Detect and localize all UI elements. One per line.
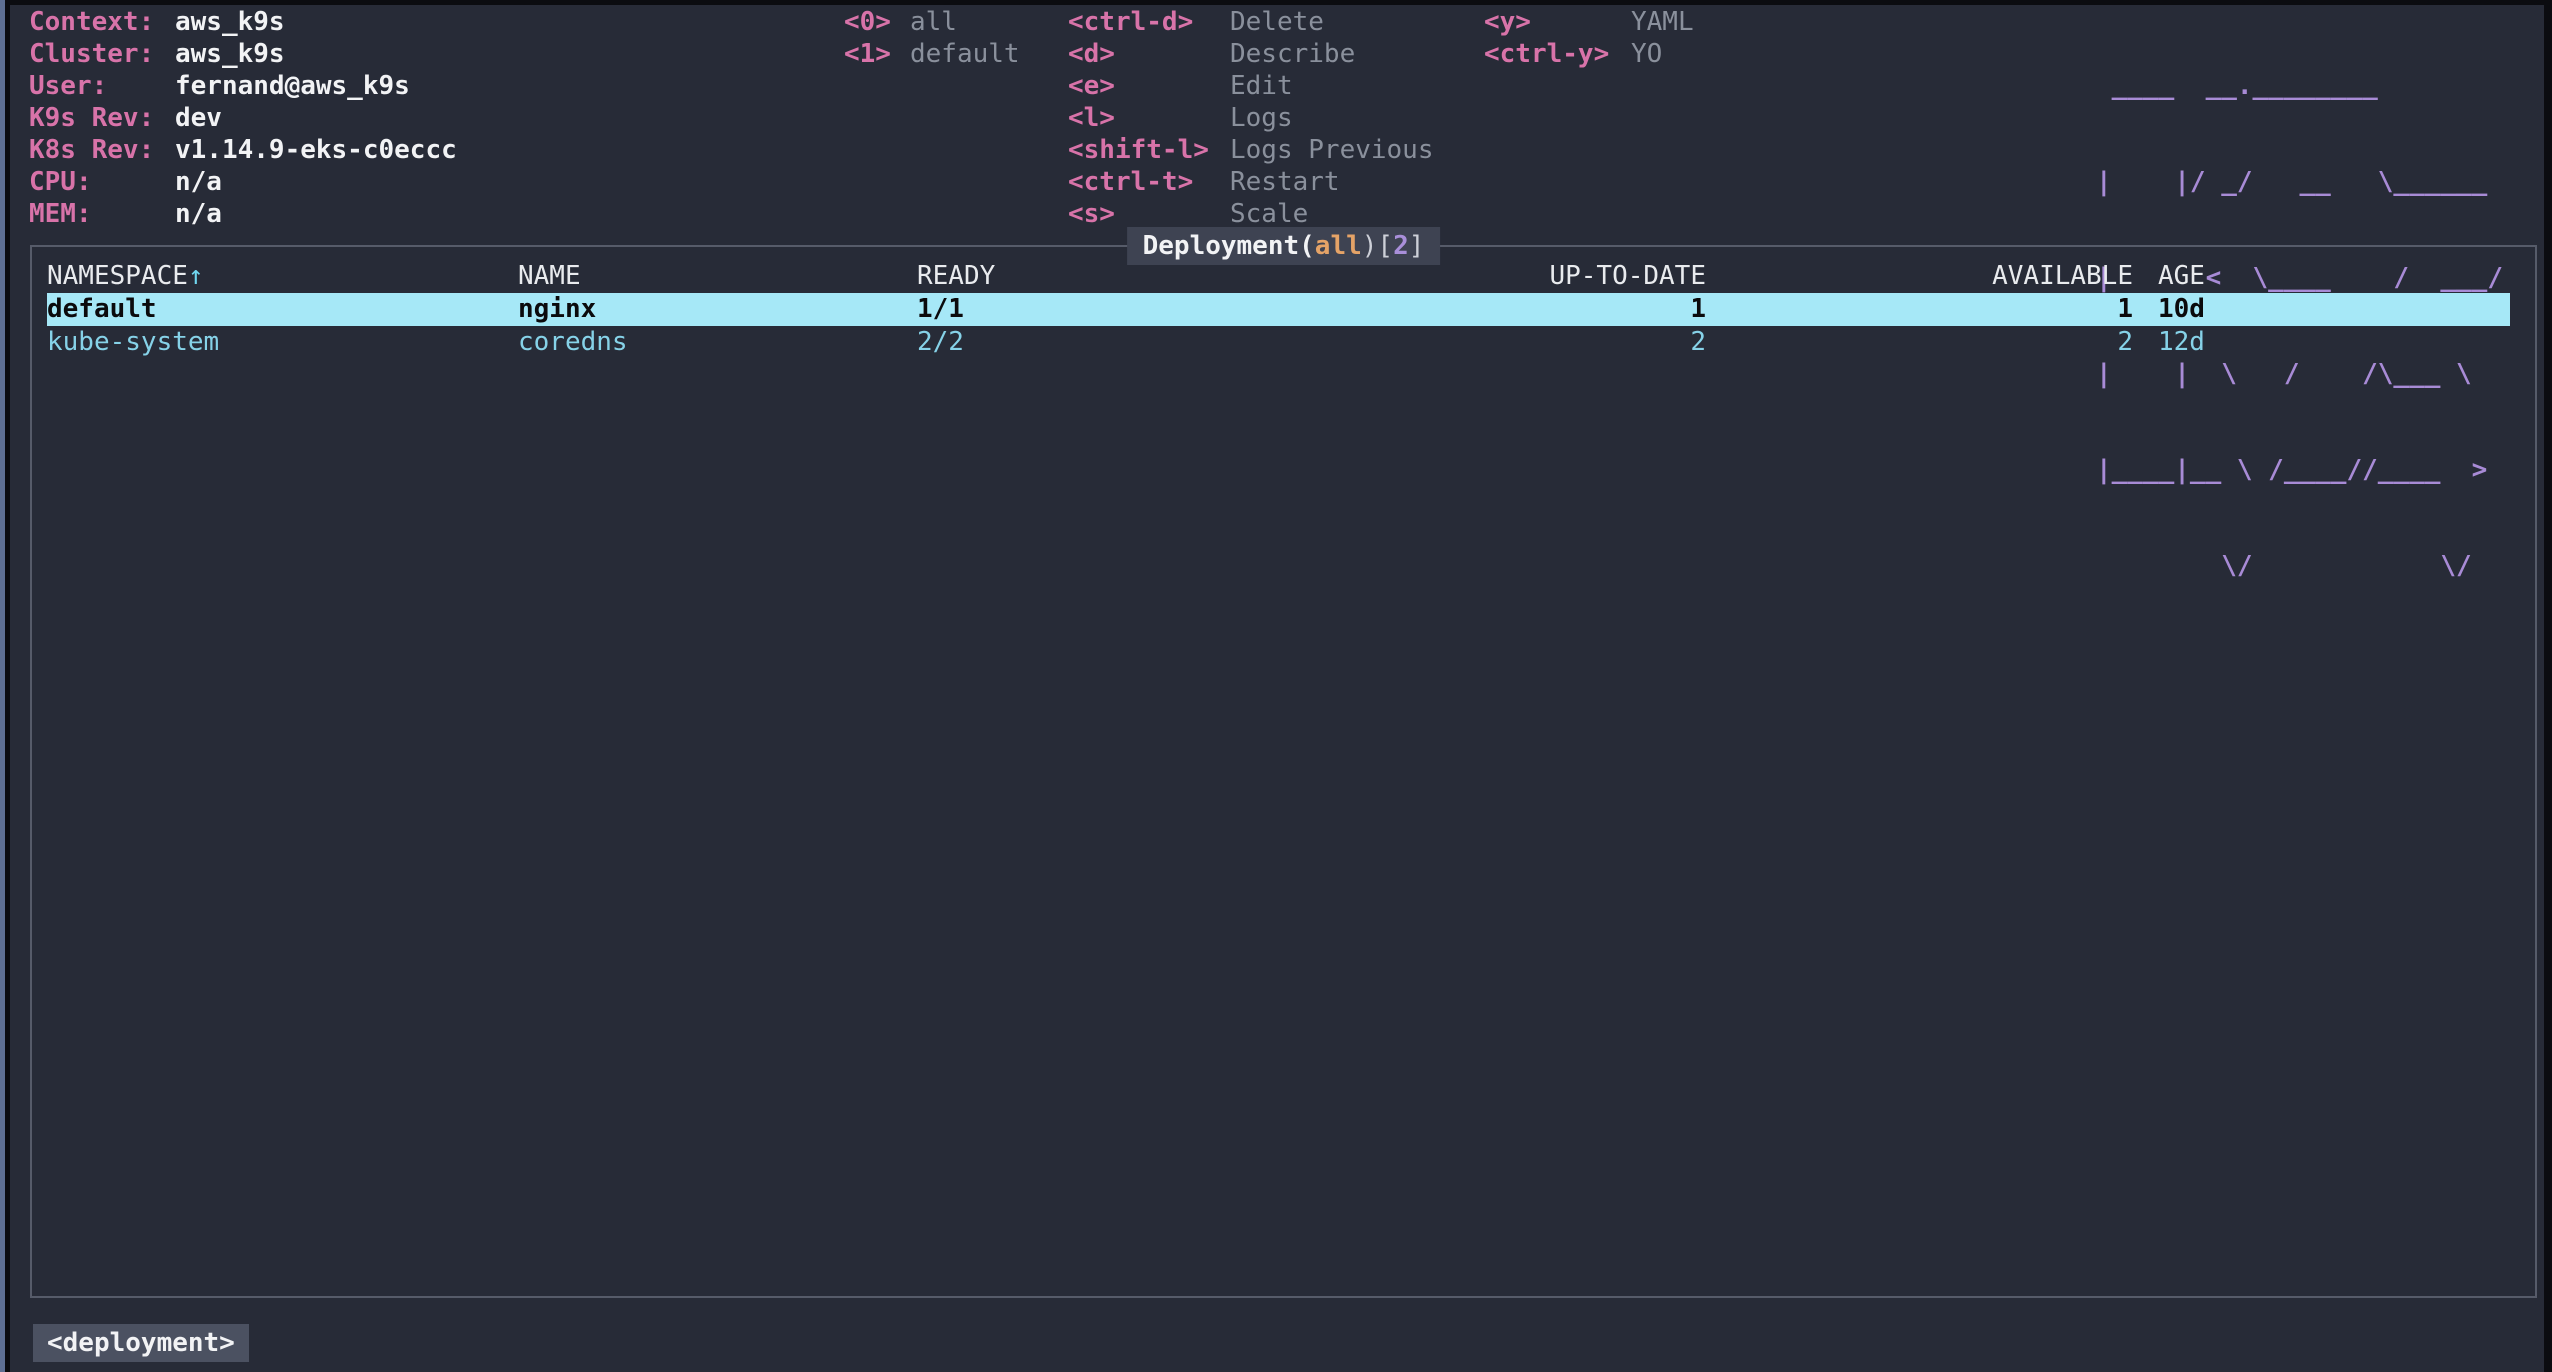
info-row-user: User:fernand@aws_k9s	[29, 70, 457, 102]
info-value: aws_k9s	[175, 39, 285, 69]
hotkey-label: Delete	[1230, 7, 1324, 37]
yaml-hotkeys-menu: <y>YAML <ctrl-y>YO	[1484, 6, 1694, 70]
breadcrumb: <deployment>	[33, 1324, 249, 1362]
info-row-cluster: Cluster:aws_k9s	[29, 38, 457, 70]
hotkey-label: YO	[1631, 39, 1662, 69]
k9s-terminal-window: Context:aws_k9s Cluster:aws_k9s User:fer…	[0, 0, 2552, 1372]
hotkey: <ctrl-d>	[1068, 6, 1230, 38]
hotkey: <1>	[844, 38, 910, 70]
column-header-namespace[interactable]: NAMESPACE↑	[47, 260, 204, 292]
info-row-k9s-rev: K9s Rev:dev	[29, 102, 457, 134]
info-label: MEM:	[29, 198, 175, 230]
info-value: n/a	[175, 199, 222, 229]
menu-item-default: <1>default	[844, 38, 1020, 70]
info-value: fernand@aws_k9s	[175, 71, 410, 101]
title-punct: ]	[1409, 231, 1425, 261]
info-value: n/a	[175, 167, 222, 197]
column-header-up-to-date[interactable]: UP-TO-DATE	[1406, 260, 1706, 292]
cell-available: 1	[1833, 293, 2133, 325]
info-label: CPU:	[29, 166, 175, 198]
hotkey-label: all	[910, 7, 957, 37]
hotkey: <shift-l>	[1068, 134, 1230, 166]
column-header-name[interactable]: NAME	[518, 260, 581, 292]
cell-age: 12d	[2158, 326, 2205, 358]
menu-item-restart: <ctrl-t>Restart	[1068, 166, 1434, 198]
info-label: Cluster:	[29, 38, 175, 70]
cell-name: nginx	[518, 293, 596, 325]
menu-item-logs: <l>Logs	[1068, 102, 1434, 134]
column-header-age[interactable]: AGE	[2158, 260, 2205, 292]
title-scope: all	[1315, 231, 1362, 261]
info-label: K9s Rev:	[29, 102, 175, 134]
hotkey-label: Scale	[1230, 199, 1308, 229]
deployments-table: Deployment(all)[2] NAMESPACE↑ NAME READY…	[30, 245, 2537, 1298]
info-label: K8s Rev:	[29, 134, 175, 166]
cell-name: coredns	[518, 326, 628, 358]
menu-item-describe: <d>Describe	[1068, 38, 1434, 70]
hotkey-label: YAML	[1631, 7, 1694, 37]
logo-line: ____ __.________	[2096, 70, 2503, 102]
title-count: 2	[1393, 231, 1409, 261]
hotkey-label: Logs	[1230, 103, 1293, 133]
info-value: v1.14.9-eks-c0eccc	[175, 135, 457, 165]
hotkey: <ctrl-t>	[1068, 166, 1230, 198]
logo-line: | |/ _/ __ \______	[2096, 166, 2503, 198]
table-header-row: NAMESPACE↑ NAME READY UP-TO-DATE AVAILAB…	[32, 260, 2535, 292]
cell-age: 10d	[2158, 293, 2205, 325]
cell-up-to-date: 2	[1406, 326, 1706, 358]
menu-item-yaml: <y>YAML	[1484, 6, 1694, 38]
menu-item-logs-previous: <shift-l>Logs Previous	[1068, 134, 1434, 166]
info-label: User:	[29, 70, 175, 102]
cell-ready: 2/2	[917, 326, 964, 358]
info-row-cpu: CPU:n/a	[29, 166, 457, 198]
hotkey: <0>	[844, 6, 910, 38]
menu-item-edit: <e>Edit	[1068, 70, 1434, 102]
title-resource: Deployment(	[1143, 231, 1315, 261]
info-row-mem: MEM:n/a	[29, 198, 457, 230]
namespace-hotkeys-menu: <0>all <1>default	[844, 6, 1020, 70]
hotkey: <l>	[1068, 102, 1230, 134]
hotkey: <s>	[1068, 198, 1230, 230]
info-value: aws_k9s	[175, 7, 285, 37]
cell-namespace: kube-system	[47, 326, 219, 358]
hotkey: <e>	[1068, 70, 1230, 102]
table-row-coredns[interactable]: kube-system coredns 2/2 2 2 12d	[32, 326, 2535, 359]
table-row-nginx-selected[interactable]: default nginx 1/1 1 1 10d	[32, 293, 2535, 326]
info-row-k8s-rev: K8s Rev:v1.14.9-eks-c0eccc	[29, 134, 457, 166]
hotkey-label: default	[910, 39, 1020, 69]
column-header-available[interactable]: AVAILABLE	[1833, 260, 2133, 292]
cell-up-to-date: 1	[1406, 293, 1706, 325]
cell-available: 2	[1833, 326, 2133, 358]
cell-namespace: default	[47, 293, 157, 325]
hotkey-label: Restart	[1230, 167, 1340, 197]
action-hotkeys-menu: <ctrl-d>Delete <d>Describe <e>Edit <l>Lo…	[1068, 6, 1434, 230]
title-punct: )[	[1362, 231, 1393, 261]
breadcrumb-deployment-chip[interactable]: <deployment>	[33, 1324, 249, 1362]
menu-item-delete: <ctrl-d>Delete	[1068, 6, 1434, 38]
hotkey-label: Edit	[1230, 71, 1293, 101]
cluster-info-panel: Context:aws_k9s Cluster:aws_k9s User:fer…	[29, 6, 457, 230]
hotkey: <y>	[1484, 6, 1631, 38]
menu-item-yo: <ctrl-y>YO	[1484, 38, 1694, 70]
info-label: Context:	[29, 6, 175, 38]
cell-ready: 1/1	[917, 293, 964, 325]
sort-ascending-icon: ↑	[188, 261, 204, 291]
window-edge-accent	[0, 0, 5, 1372]
menu-item-all: <0>all	[844, 6, 1020, 38]
info-row-context: Context:aws_k9s	[29, 6, 457, 38]
hotkey: <d>	[1068, 38, 1230, 70]
hotkey-label: Describe	[1230, 39, 1355, 69]
hotkey: <ctrl-y>	[1484, 38, 1631, 70]
selection-highlight	[47, 293, 2510, 326]
column-header-ready[interactable]: READY	[917, 260, 995, 292]
info-value: dev	[175, 103, 222, 133]
hotkey-label: Logs Previous	[1230, 135, 1434, 165]
menu-item-scale: <s>Scale	[1068, 198, 1434, 230]
